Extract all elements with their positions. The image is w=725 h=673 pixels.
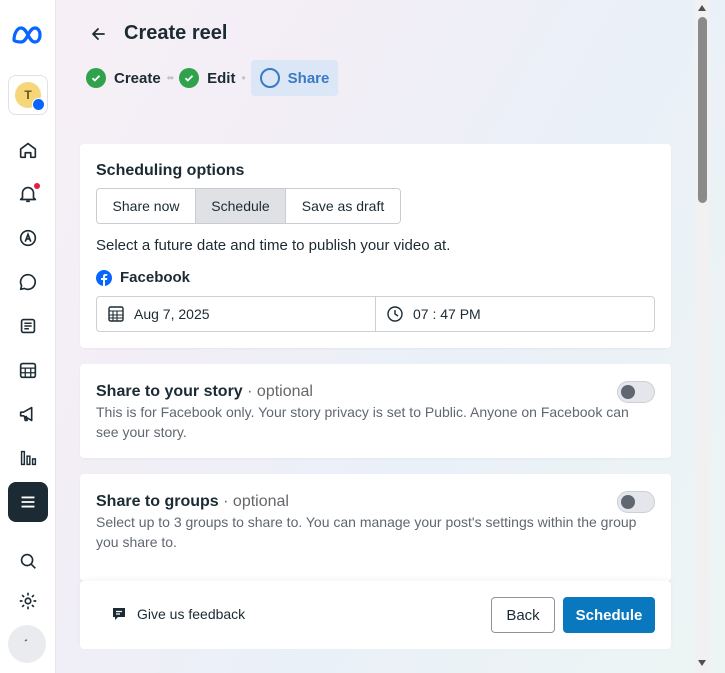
account-avatar[interactable]: [8, 625, 46, 663]
datetime-picker: Aug 7, 2025 07 : 47 PM: [96, 296, 655, 332]
schedule-option-button[interactable]: Schedule: [196, 189, 286, 223]
step-label: Share: [287, 69, 330, 87]
avatar: T: [15, 82, 45, 111]
step-share[interactable]: Share: [250, 60, 339, 96]
notification-dot: [34, 183, 40, 189]
action-footer: Give us feedback Back Schedule: [80, 581, 671, 649]
left-nav: T: [0, 0, 56, 673]
feedback-link[interactable]: Give us feedback: [110, 605, 245, 623]
share-now-button[interactable]: Share now: [97, 189, 196, 223]
page-title: Create reel: [124, 22, 228, 44]
avatar-initial: T: [24, 88, 32, 102]
scheduling-options: Share now Schedule Save as draft: [96, 188, 401, 224]
step-edit[interactable]: Edit: [179, 60, 235, 96]
story-title-row: Share to your story · optional: [96, 383, 313, 401]
home-icon[interactable]: [8, 130, 48, 170]
planner-icon[interactable]: [8, 350, 48, 390]
feedback-icon: [113, 608, 125, 620]
groups-title: Share to groups: [96, 493, 219, 510]
settings-icon[interactable]: [8, 581, 48, 621]
scroll-up-icon[interactable]: [698, 5, 706, 11]
menu-icon[interactable]: [8, 482, 48, 522]
step-separator: ••: [166, 71, 174, 85]
profile-switcher[interactable]: T: [8, 75, 48, 115]
progress-ring-icon: [259, 68, 280, 88]
meta-logo-icon[interactable]: [10, 22, 46, 48]
platform-label: Facebook: [120, 269, 191, 286]
optional-label: · optional: [223, 493, 289, 510]
story-title: Share to your story: [96, 383, 243, 400]
toggle-knob: [621, 385, 635, 399]
scroll-thumb[interactable]: [698, 17, 707, 203]
step-create[interactable]: Create: [86, 60, 161, 96]
progress-stepper: Create •• Edit • Share: [86, 60, 339, 96]
groups-toggle[interactable]: [617, 491, 655, 513]
check-icon: [179, 68, 200, 88]
step-separator: •: [241, 71, 245, 85]
ads-icon[interactable]: [8, 218, 48, 258]
feedback-label: Give us feedback: [137, 606, 246, 622]
toggle-knob: [621, 495, 635, 509]
time-field[interactable]: 07 : 47 PM: [376, 297, 481, 331]
back-arrow-icon[interactable]: [88, 24, 108, 44]
notifications-icon[interactable]: [8, 174, 48, 214]
save-draft-button[interactable]: Save as draft: [286, 189, 400, 223]
facebook-badge-icon: [32, 98, 45, 111]
insights-icon[interactable]: [8, 438, 48, 478]
messages-icon[interactable]: [8, 262, 48, 302]
platform-row: Facebook: [96, 269, 190, 286]
optional-label: · optional: [247, 383, 313, 400]
time-value: 07 : 47 PM: [413, 306, 481, 322]
step-label: Edit: [207, 69, 236, 87]
back-button[interactable]: Back: [491, 597, 555, 633]
step-label: Create: [114, 69, 161, 87]
groups-card: Share to groups · optional Select up to …: [80, 474, 671, 581]
groups-description: Select up to 3 groups to share to. You c…: [96, 514, 637, 550]
clock-icon: [387, 306, 403, 322]
scheduling-title: Scheduling options: [96, 162, 245, 179]
story-card: Share to your story · optional This is f…: [80, 364, 671, 458]
check-icon: [86, 68, 106, 88]
megaphone-icon[interactable]: [8, 394, 48, 434]
calendar-icon: [108, 306, 124, 322]
date-value: Aug 7, 2025: [134, 306, 210, 322]
scrollbar[interactable]: [695, 0, 710, 673]
loading-icon: [24, 639, 28, 642]
content-icon[interactable]: [8, 306, 48, 346]
groups-title-row: Share to groups · optional: [96, 493, 289, 511]
schedule-button[interactable]: Schedule: [563, 597, 655, 633]
schedule-instruction: Select a future date and time to publish…: [96, 237, 451, 254]
search-icon[interactable]: [8, 541, 48, 581]
date-field[interactable]: Aug 7, 2025: [97, 297, 376, 331]
facebook-icon: [96, 269, 112, 286]
story-toggle[interactable]: [617, 381, 655, 403]
story-description: This is for Facebook only. Your story pr…: [96, 404, 629, 440]
scroll-down-icon[interactable]: [698, 660, 706, 666]
scheduling-card: Scheduling options Share now Schedule Sa…: [80, 144, 671, 348]
